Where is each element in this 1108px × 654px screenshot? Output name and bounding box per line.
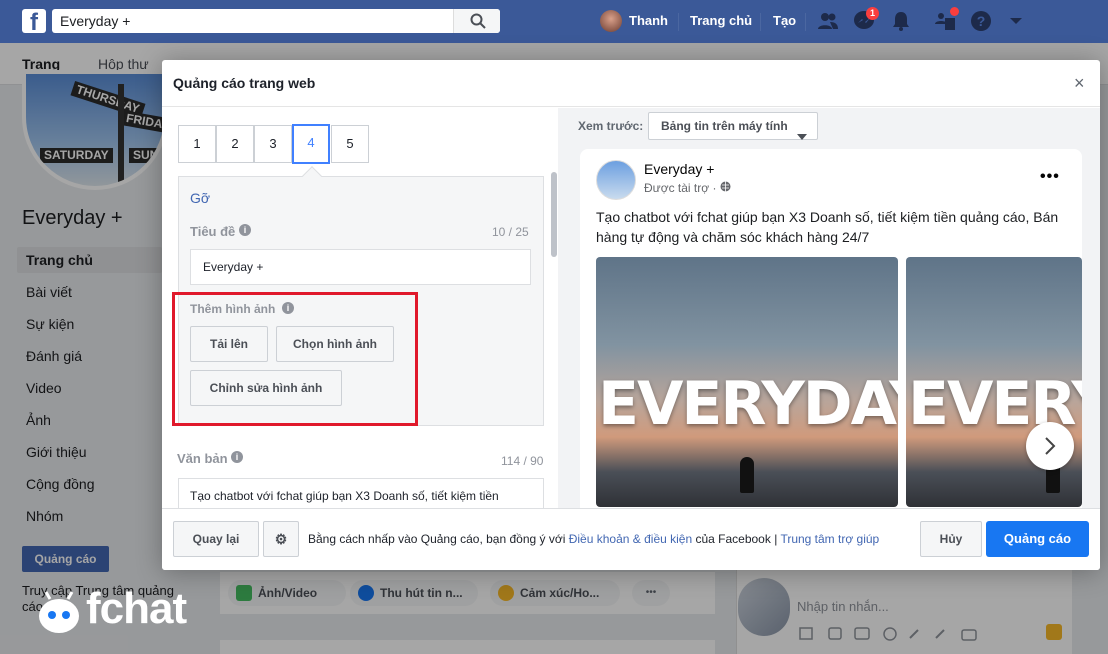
info-icon[interactable]: i xyxy=(239,224,251,236)
nav-divider xyxy=(678,13,679,31)
sponsored-label: Được tài trợ · xyxy=(644,181,731,195)
fchat-watermark: fchat xyxy=(86,584,187,633)
nav-home-link[interactable]: Trang chủ xyxy=(690,13,752,28)
search-button[interactable] xyxy=(453,9,500,33)
messenger-badge: 1 xyxy=(866,7,879,20)
close-icon[interactable]: × xyxy=(1074,74,1085,92)
back-button[interactable]: Quay lại xyxy=(173,521,259,557)
step-tab-3[interactable]: 3 xyxy=(254,125,292,163)
facebook-logo[interactable]: f xyxy=(22,9,46,33)
dialog-title: Quảng cáo trang web xyxy=(173,75,316,91)
page-avatar xyxy=(596,160,636,200)
carousel-next-button[interactable] xyxy=(1026,422,1074,470)
chevron-down-icon xyxy=(797,123,807,149)
fchat-logo-icon xyxy=(36,590,82,636)
sponsored-text: Được tài trợ · xyxy=(644,181,720,195)
cancel-button[interactable]: Hủy xyxy=(920,521,982,557)
step-tab-5[interactable]: 5 xyxy=(331,125,369,163)
page-manager-badge xyxy=(950,7,959,16)
remove-card-link[interactable]: Gỡ xyxy=(190,190,210,206)
carousel-image-text: EVERYDAY xyxy=(598,369,898,439)
terms-notice: Bằng cách nhấp vào Quảng cáo, bạn đồng ý… xyxy=(308,532,879,546)
help-center-link[interactable]: Trung tâm trợ giúp xyxy=(780,532,879,546)
account-menu-icon[interactable] xyxy=(1008,13,1030,35)
carousel-image-1: EVERYDAY xyxy=(596,257,898,507)
submit-ad-button[interactable]: Quảng cáo xyxy=(986,521,1089,557)
post-body-text: Tạo chatbot với fchat giúp bạn X3 Doanh … xyxy=(596,209,1059,245)
nav-divider xyxy=(760,13,761,31)
highlight-box xyxy=(172,292,418,426)
post-page-name: Everyday + xyxy=(644,161,715,177)
search-input[interactable]: Everyday + xyxy=(52,9,500,33)
nav-user-name[interactable]: Thanh xyxy=(629,13,668,28)
info-icon[interactable]: i xyxy=(231,451,243,463)
step-tab-2[interactable]: 2 xyxy=(216,125,254,163)
svg-text:?: ? xyxy=(977,13,986,29)
preview-select-value: Bảng tin trên máy tính xyxy=(661,119,788,133)
preview-label: Xem trước: xyxy=(578,119,644,133)
search-icon xyxy=(470,13,486,34)
body-text-char-count: 114 / 90 xyxy=(501,454,544,468)
step-tab-1[interactable]: 1 xyxy=(178,125,216,163)
body-text-label: Văn bản xyxy=(177,451,228,466)
globe-icon xyxy=(720,181,731,195)
scrollbar-thumb[interactable] xyxy=(551,172,557,257)
user-avatar[interactable] xyxy=(600,10,622,32)
headline-char-count: 10 / 25 xyxy=(492,225,529,239)
step-tab-4[interactable]: 4 xyxy=(292,124,330,164)
notifications-icon[interactable] xyxy=(890,10,912,32)
help-icon[interactable]: ? xyxy=(970,10,992,32)
post-options-icon[interactable]: ••• xyxy=(1040,168,1060,186)
friend-requests-icon[interactable] xyxy=(817,10,839,32)
nav-create-link[interactable]: Tạo xyxy=(773,13,796,28)
silhouette-figure xyxy=(740,457,754,493)
nav-divider xyxy=(805,13,806,31)
preview-placement-select[interactable]: Bảng tin trên máy tính xyxy=(648,112,818,140)
terms-link[interactable]: Điều khoản & điều kiện xyxy=(569,532,692,546)
gear-icon[interactable]: ⚙ xyxy=(263,521,299,557)
headline-label: Tiêu đề xyxy=(190,224,236,239)
terms-text: của Facebook | xyxy=(692,532,781,546)
carousel-image-2: EVERY xyxy=(906,257,1082,507)
terms-text: Bằng cách nhấp vào Quảng cáo, bạn đồng ý… xyxy=(308,532,569,546)
headline-input[interactable]: Everyday + xyxy=(190,249,531,285)
web-ad-dialog: Quảng cáo trang web × 1 2 3 4 5 Gỡ Tiêu … xyxy=(162,60,1100,570)
